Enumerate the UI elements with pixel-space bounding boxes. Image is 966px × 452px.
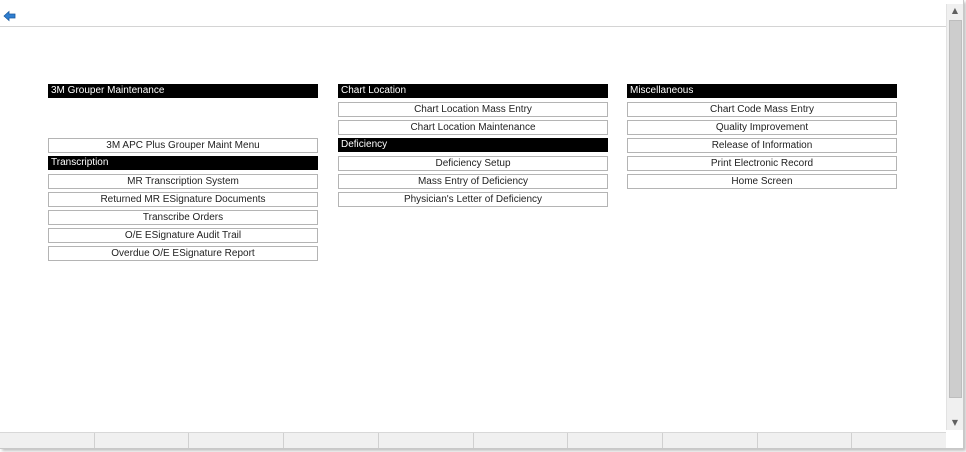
overdue-oe-esignature-report-button[interactable]: Overdue O/E ESignature Report <box>48 246 318 261</box>
chevron-down-icon[interactable]: ▼ <box>947 416 963 430</box>
status-cell <box>758 433 853 448</box>
status-cell <box>852 433 946 448</box>
oe-esignature-audit-trail-button[interactable]: O/E ESignature Audit Trail <box>48 228 318 243</box>
vertical-scrollbar[interactable]: ▲ ▼ <box>946 4 963 430</box>
section-header-deficiency: Deficiency <box>338 138 608 152</box>
status-bar <box>0 432 946 448</box>
toolbar <box>0 4 946 27</box>
print-electronic-record-button[interactable]: Print Electronic Record <box>627 156 897 171</box>
returned-mr-esignature-button[interactable]: Returned MR ESignature Documents <box>48 192 318 207</box>
physicians-letter-of-deficiency-button[interactable]: Physician's Letter of Deficiency <box>338 192 608 207</box>
transcribe-orders-button[interactable]: Transcribe Orders <box>48 210 318 225</box>
column-left: 3M Grouper Maintenance 3M APC Plus Group… <box>48 84 318 264</box>
back-arrow-icon[interactable] <box>3 9 17 22</box>
column-middle: Chart Location Chart Location Mass Entry… <box>338 84 608 210</box>
status-cell <box>284 433 379 448</box>
column-right: Miscellaneous Chart Code Mass Entry Qual… <box>627 84 897 192</box>
mass-entry-of-deficiency-button[interactable]: Mass Entry of Deficiency <box>338 174 608 189</box>
section-header-grouper: 3M Grouper Maintenance <box>48 84 318 98</box>
status-cell <box>663 433 758 448</box>
chart-location-mass-entry-button[interactable]: Chart Location Mass Entry <box>338 102 608 117</box>
status-cell <box>379 433 474 448</box>
quality-improvement-button[interactable]: Quality Improvement <box>627 120 897 135</box>
scrollbar-thumb[interactable] <box>949 20 962 398</box>
chart-code-mass-entry-button[interactable]: Chart Code Mass Entry <box>627 102 897 117</box>
application-window: 3M Grouper Maintenance 3M APC Plus Group… <box>0 0 964 449</box>
section-header-miscellaneous: Miscellaneous <box>627 84 897 98</box>
status-cell <box>95 433 190 448</box>
deficiency-setup-button[interactable]: Deficiency Setup <box>338 156 608 171</box>
mr-transcription-system-button[interactable]: MR Transcription System <box>48 174 318 189</box>
status-cell <box>474 433 569 448</box>
status-cell <box>568 433 663 448</box>
chart-location-maintenance-button[interactable]: Chart Location Maintenance <box>338 120 608 135</box>
section-header-chart-location: Chart Location <box>338 84 608 98</box>
status-cell <box>189 433 285 448</box>
section-header-transcription: Transcription <box>48 156 318 170</box>
home-screen-button[interactable]: Home Screen <box>627 174 897 189</box>
grouper-maint-menu-button[interactable]: 3M APC Plus Grouper Maint Menu <box>48 138 318 153</box>
chevron-up-icon[interactable]: ▲ <box>947 4 963 18</box>
release-of-information-button[interactable]: Release of Information <box>627 138 897 153</box>
status-cell <box>0 433 95 448</box>
